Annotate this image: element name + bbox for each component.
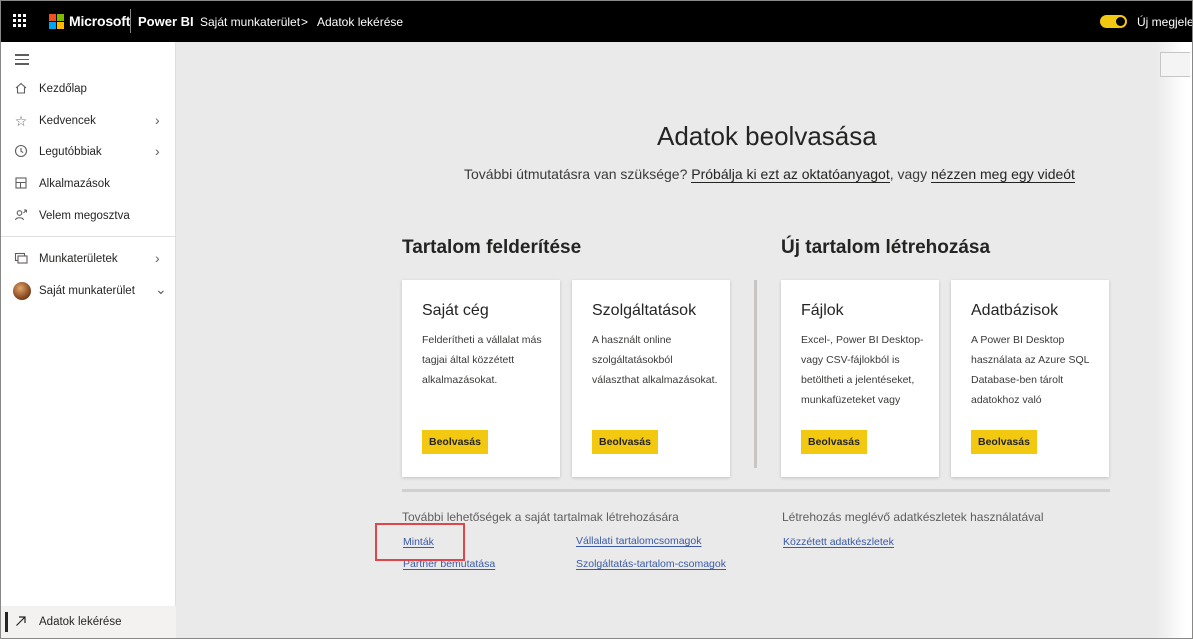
right-edge-fade bbox=[1155, 42, 1193, 639]
service-content-packs-link[interactable]: Szolgáltatás-tartalom-csomagok bbox=[576, 558, 726, 570]
avatar bbox=[13, 282, 31, 300]
help-mid: , vagy bbox=[889, 166, 928, 182]
card-files: Fájlok Excel-, Power BI Desktop- vagy CS… bbox=[781, 280, 939, 477]
horizontal-divider bbox=[402, 489, 1110, 492]
help-prefix: További útmutatásra van szüksége? bbox=[464, 166, 688, 182]
nav-item-home[interactable]: Kezdőlap bbox=[1, 75, 176, 103]
nav-label: Saját munkaterület bbox=[39, 285, 135, 297]
nav-label: Kezdőlap bbox=[39, 83, 87, 95]
card-my-organization: Saját cég Felderítheti a vállalat más ta… bbox=[402, 280, 560, 477]
card-services: Szolgáltatások A használt online szolgál… bbox=[572, 280, 730, 477]
hamburger-menu-icon[interactable] bbox=[15, 54, 29, 68]
card-title: Adatbázisok bbox=[971, 302, 1059, 319]
chevron-right-icon[interactable]: › bbox=[155, 143, 160, 159]
existing-datasets-title: Létrehozás meglévő adatkészletek használ… bbox=[782, 510, 1044, 524]
nav-item-recent[interactable]: Legutóbbiak › bbox=[1, 138, 176, 166]
chevron-down-icon[interactable]: ⌄ bbox=[155, 281, 167, 298]
card-description: A Power BI Desktop használata az Azure S… bbox=[971, 334, 1090, 406]
breadcrumb-separator-icon: > bbox=[301, 15, 309, 29]
video-link[interactable]: nézzen meg egy videót bbox=[930, 166, 1075, 183]
tutorial-link[interactable]: Próbálja ki ezt az oktatóanyagot bbox=[691, 166, 890, 183]
brand-divider bbox=[130, 9, 131, 33]
nav-label: Kedvencek bbox=[39, 115, 96, 127]
more-options-title: További lehetőségek a saját tartalmak lé… bbox=[402, 510, 679, 524]
create-section-title: Új tartalom létrehozása bbox=[781, 237, 991, 258]
chevron-right-icon[interactable]: › bbox=[155, 112, 160, 128]
card-databases: Adatbázisok A Power BI Desktop használat… bbox=[951, 280, 1109, 477]
brand-name: Microsoft bbox=[69, 13, 131, 29]
section-divider bbox=[754, 280, 757, 468]
chevron-right-icon[interactable]: › bbox=[155, 250, 160, 266]
nav-label: Munkaterületek bbox=[39, 253, 118, 265]
nav-item-apps[interactable]: Alkalmazások bbox=[1, 170, 176, 198]
nav-item-shared[interactable]: Velem megosztva bbox=[1, 202, 176, 230]
arrow-up-right-icon bbox=[13, 614, 29, 630]
nav-label: Velem megosztva bbox=[39, 210, 130, 222]
page-title: Adatok beolvasása bbox=[657, 121, 877, 151]
get-data-label: Adatok lekérése bbox=[39, 616, 122, 628]
active-indicator bbox=[5, 612, 8, 632]
nav-label: Legutóbbiak bbox=[39, 146, 102, 158]
new-look-label: Új megjelenés bbox=[1137, 15, 1193, 29]
apps-icon bbox=[13, 176, 29, 192]
card-title: Szolgáltatások bbox=[592, 302, 697, 319]
get-button[interactable]: Beolvasás bbox=[801, 430, 867, 454]
card-title: Fájlok bbox=[801, 302, 844, 319]
get-button[interactable]: Beolvasás bbox=[971, 430, 1037, 454]
nav-item-my-workspace[interactable]: Saját munkaterület ⌄ bbox=[1, 277, 176, 305]
discover-section-title: Tartalom felderítése bbox=[402, 237, 582, 258]
get-button[interactable]: Beolvasás bbox=[592, 430, 658, 454]
shared-icon bbox=[13, 208, 29, 224]
published-datasets-link[interactable]: Közzétett adatkészletek bbox=[783, 536, 894, 548]
breadcrumb-workspace[interactable]: Saját munkaterület bbox=[200, 15, 300, 29]
left-nav: Kezdőlap ☆ Kedvencek › Legutóbbiak › Alk… bbox=[1, 42, 176, 639]
nav-item-workspaces[interactable]: Munkaterületek › bbox=[1, 245, 176, 273]
new-look-toggle[interactable] bbox=[1100, 15, 1127, 28]
card-title: Saját cég bbox=[422, 302, 489, 319]
nav-item-favorites[interactable]: ☆ Kedvencek › bbox=[1, 107, 176, 135]
star-icon: ☆ bbox=[14, 113, 28, 129]
microsoft-logo-icon bbox=[49, 14, 64, 29]
help-line: További útmutatásra van szüksége? Próbál… bbox=[464, 166, 1075, 183]
clock-icon bbox=[13, 144, 29, 160]
samples-highlight-box bbox=[375, 523, 465, 561]
top-bar: Microsoft Power BI Saját munkaterület > … bbox=[0, 0, 1193, 42]
card-description: Felderítheti a vállalat más tagjai által… bbox=[422, 334, 542, 386]
side-panel-handle[interactable] bbox=[1160, 52, 1190, 77]
product-name[interactable]: Power BI bbox=[138, 14, 194, 29]
breadcrumb-current: Adatok lekérése bbox=[317, 15, 404, 29]
get-button[interactable]: Beolvasás bbox=[422, 430, 488, 454]
card-description: A használt online szolgáltatásokból vála… bbox=[592, 334, 718, 386]
app-launcher-icon[interactable] bbox=[13, 14, 27, 28]
nav-label: Alkalmazások bbox=[39, 178, 110, 190]
card-description: Excel-, Power BI Desktop- vagy CSV-fájlo… bbox=[801, 334, 924, 406]
workspaces-icon bbox=[13, 251, 29, 267]
organizational-content-packs-link[interactable]: Vállalati tartalomcsomagok bbox=[576, 535, 701, 547]
sidebar-divider bbox=[1, 236, 176, 237]
home-icon bbox=[13, 81, 29, 97]
get-data-button[interactable]: Adatok lekérése bbox=[1, 606, 176, 638]
